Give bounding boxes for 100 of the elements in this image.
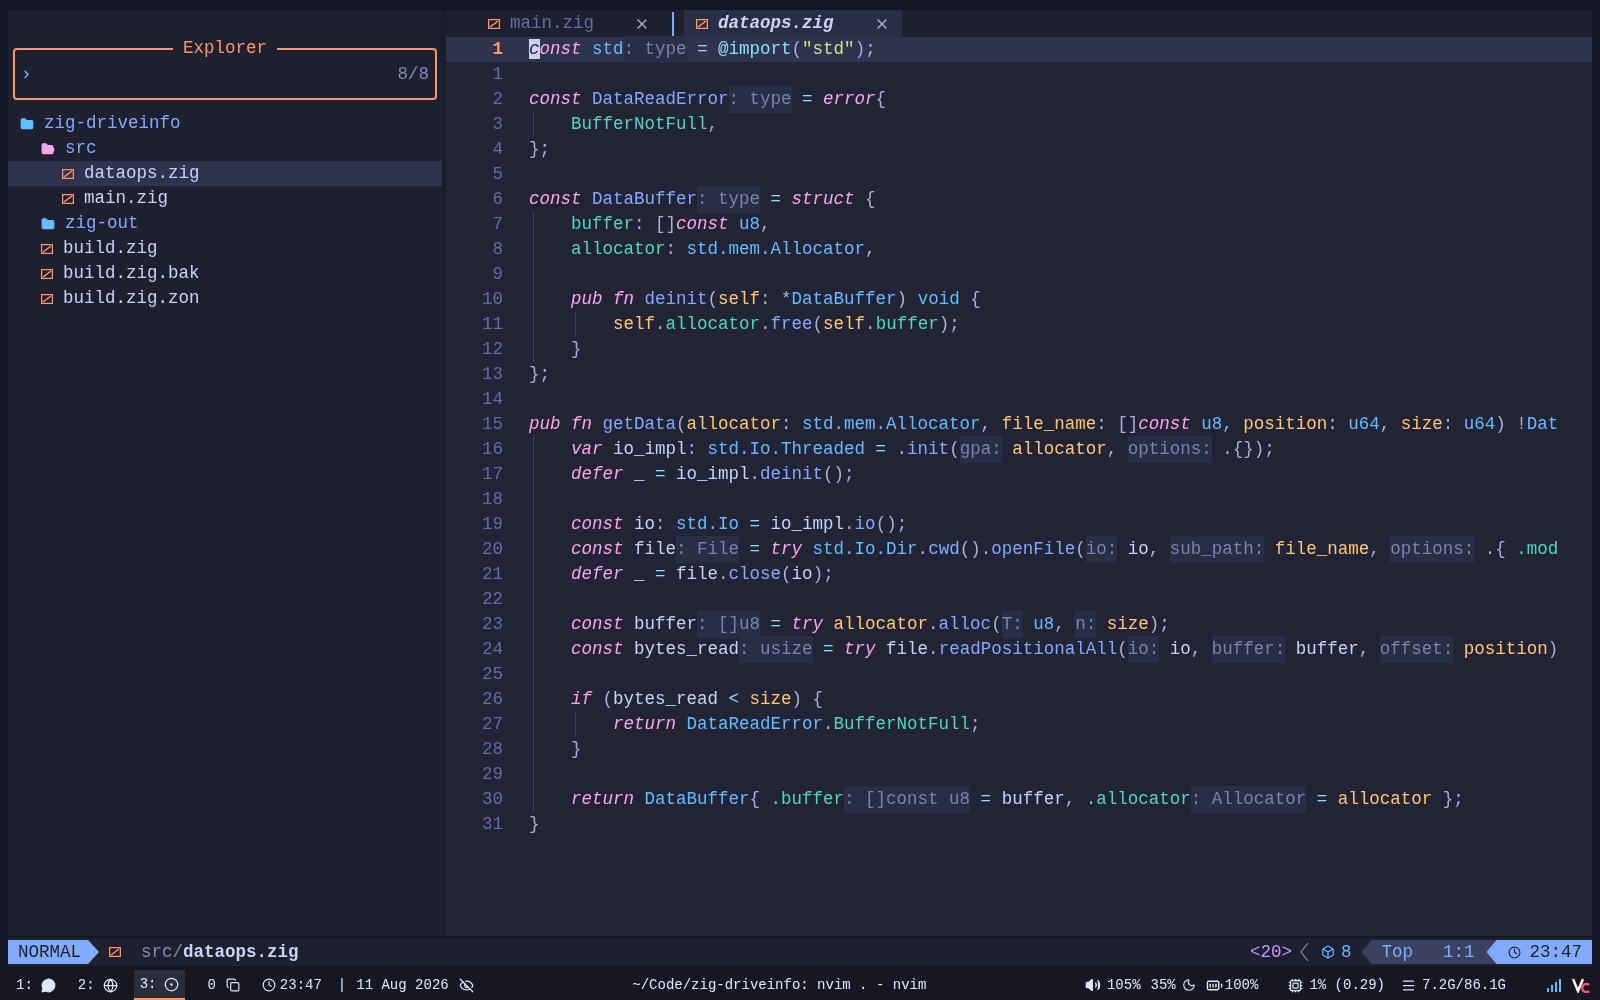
keyword: const bbox=[529, 88, 583, 112]
workspace-label: 2: bbox=[77, 975, 95, 995]
keyword: const bbox=[529, 38, 583, 62]
type-name: u64 bbox=[1463, 413, 1496, 437]
inlay-hint: : type bbox=[728, 86, 792, 113]
line-number: 16 bbox=[481, 438, 503, 462]
punctuation: : bbox=[1442, 413, 1455, 437]
memory-usage: 7.2G/86.1G bbox=[1422, 975, 1506, 995]
workspace-button[interactable]: 2: bbox=[71, 970, 124, 1000]
punctuation: { bbox=[969, 288, 981, 312]
tab-label: main.zig bbox=[510, 12, 594, 36]
scroll-position: Top bbox=[1381, 940, 1413, 964]
tree-item[interactable]: build.zig.zon bbox=[8, 286, 442, 311]
clock-time: 23:47 bbox=[1529, 940, 1582, 964]
inlay-hint: buffer: bbox=[1211, 636, 1286, 663]
punctuation: , bbox=[1379, 413, 1392, 437]
punctuation: . bbox=[896, 438, 908, 462]
punctuation: (). bbox=[959, 538, 992, 562]
tree-item[interactable]: main.zig bbox=[8, 186, 442, 211]
parameter: allocator bbox=[833, 613, 929, 637]
keyword: pub fn bbox=[571, 288, 635, 312]
punctuation: : bbox=[686, 438, 699, 462]
inlay-hint: n: bbox=[1075, 611, 1097, 638]
punctuation: , bbox=[865, 238, 876, 262]
punctuation: , bbox=[1222, 413, 1234, 437]
tree-item[interactable]: build.zig.bak bbox=[8, 261, 442, 286]
operator: = bbox=[748, 513, 762, 537]
function-name: io bbox=[854, 513, 876, 537]
function-name: cwd bbox=[928, 538, 960, 562]
app-icon bbox=[1572, 977, 1590, 993]
function-name: getData bbox=[602, 413, 677, 437]
zig-file-icon bbox=[488, 18, 500, 29]
globe-icon bbox=[102, 977, 118, 993]
operator: = bbox=[696, 38, 709, 62]
parameter: self bbox=[613, 313, 655, 337]
workspace-label: 1: bbox=[16, 975, 33, 995]
keyword: const bbox=[571, 613, 625, 637]
cube-icon bbox=[1320, 945, 1335, 959]
tree-item[interactable]: src bbox=[8, 136, 442, 161]
operator: = bbox=[769, 613, 783, 637]
builtin-name: @import bbox=[718, 38, 792, 62]
punctuation: { bbox=[749, 788, 762, 812]
tree-item-label: build.zig.zon bbox=[63, 287, 200, 311]
workspace-button[interactable]: 3: bbox=[133, 970, 186, 1000]
zig-file-icon bbox=[41, 268, 53, 279]
parameter: file_name bbox=[1273, 538, 1370, 562]
tree-item[interactable]: build.zig bbox=[8, 236, 442, 261]
punctuation: ( bbox=[707, 288, 719, 312]
explorer-title: Explorer bbox=[173, 37, 277, 59]
file-path: src/dataops.zig bbox=[141, 940, 299, 964]
variable: buffer bbox=[1001, 788, 1065, 812]
field-name: .mod bbox=[1516, 538, 1559, 562]
punctuation: ); bbox=[854, 38, 876, 62]
punctuation: . bbox=[823, 713, 834, 737]
field-name: BufferNotFull bbox=[833, 713, 971, 737]
keyword: error bbox=[823, 88, 876, 112]
folder-icon bbox=[41, 216, 55, 231]
line-number: 15 bbox=[481, 413, 503, 437]
line-number: 23 bbox=[481, 613, 503, 637]
punctuation: , bbox=[1358, 638, 1371, 662]
tree-item[interactable]: zig-out bbox=[8, 211, 442, 236]
match-count: 8/8 bbox=[397, 62, 429, 86]
punctuation: ( bbox=[949, 438, 960, 462]
signal-icon bbox=[1546, 978, 1562, 992]
tree-item[interactable]: zig-driveinfo bbox=[8, 111, 442, 136]
tree-item[interactable]: dataops.zig bbox=[8, 161, 442, 186]
operator: = bbox=[1315, 788, 1329, 812]
punctuation: : bbox=[655, 513, 667, 537]
brightness-level: 35% bbox=[1150, 975, 1176, 995]
keyword: pub fn bbox=[529, 413, 593, 437]
line-number: 27 bbox=[481, 713, 503, 737]
bar-clock: 23:47 bbox=[279, 975, 322, 995]
inlay-hint: : type bbox=[623, 36, 687, 63]
cursor-position: 1:1 bbox=[1442, 940, 1475, 964]
parameter: size bbox=[1105, 613, 1149, 637]
keyword: const bbox=[529, 188, 583, 212]
variable: bytes_read bbox=[613, 688, 719, 712]
function-name: deinit bbox=[644, 288, 708, 312]
function-name: alloc bbox=[938, 613, 992, 637]
line-number: 12 bbox=[481, 338, 503, 362]
type-name: std bbox=[592, 38, 624, 62]
inlay-hint: io: bbox=[1085, 536, 1118, 563]
operator: = bbox=[654, 563, 667, 587]
type-name: std.Io bbox=[676, 513, 740, 537]
keyword: var bbox=[571, 438, 604, 462]
field-name: buffer bbox=[571, 213, 634, 237]
type-name: void bbox=[917, 288, 960, 312]
variable: io bbox=[1168, 638, 1191, 662]
operator: = bbox=[822, 638, 835, 662]
operator: = bbox=[874, 438, 888, 462]
editor-tab[interactable]: dataops.zig bbox=[684, 10, 902, 37]
keyword: const bbox=[571, 638, 625, 662]
punctuation: , bbox=[760, 213, 771, 237]
function-name: DataBuffer bbox=[592, 188, 698, 212]
punctuation: , bbox=[707, 113, 719, 137]
punctuation: ); bbox=[938, 313, 960, 337]
keyword: const bbox=[571, 538, 625, 562]
workspace-button[interactable]: 1: bbox=[10, 970, 62, 1000]
punctuation: { bbox=[875, 88, 887, 112]
type-name: Dat bbox=[1526, 413, 1559, 437]
